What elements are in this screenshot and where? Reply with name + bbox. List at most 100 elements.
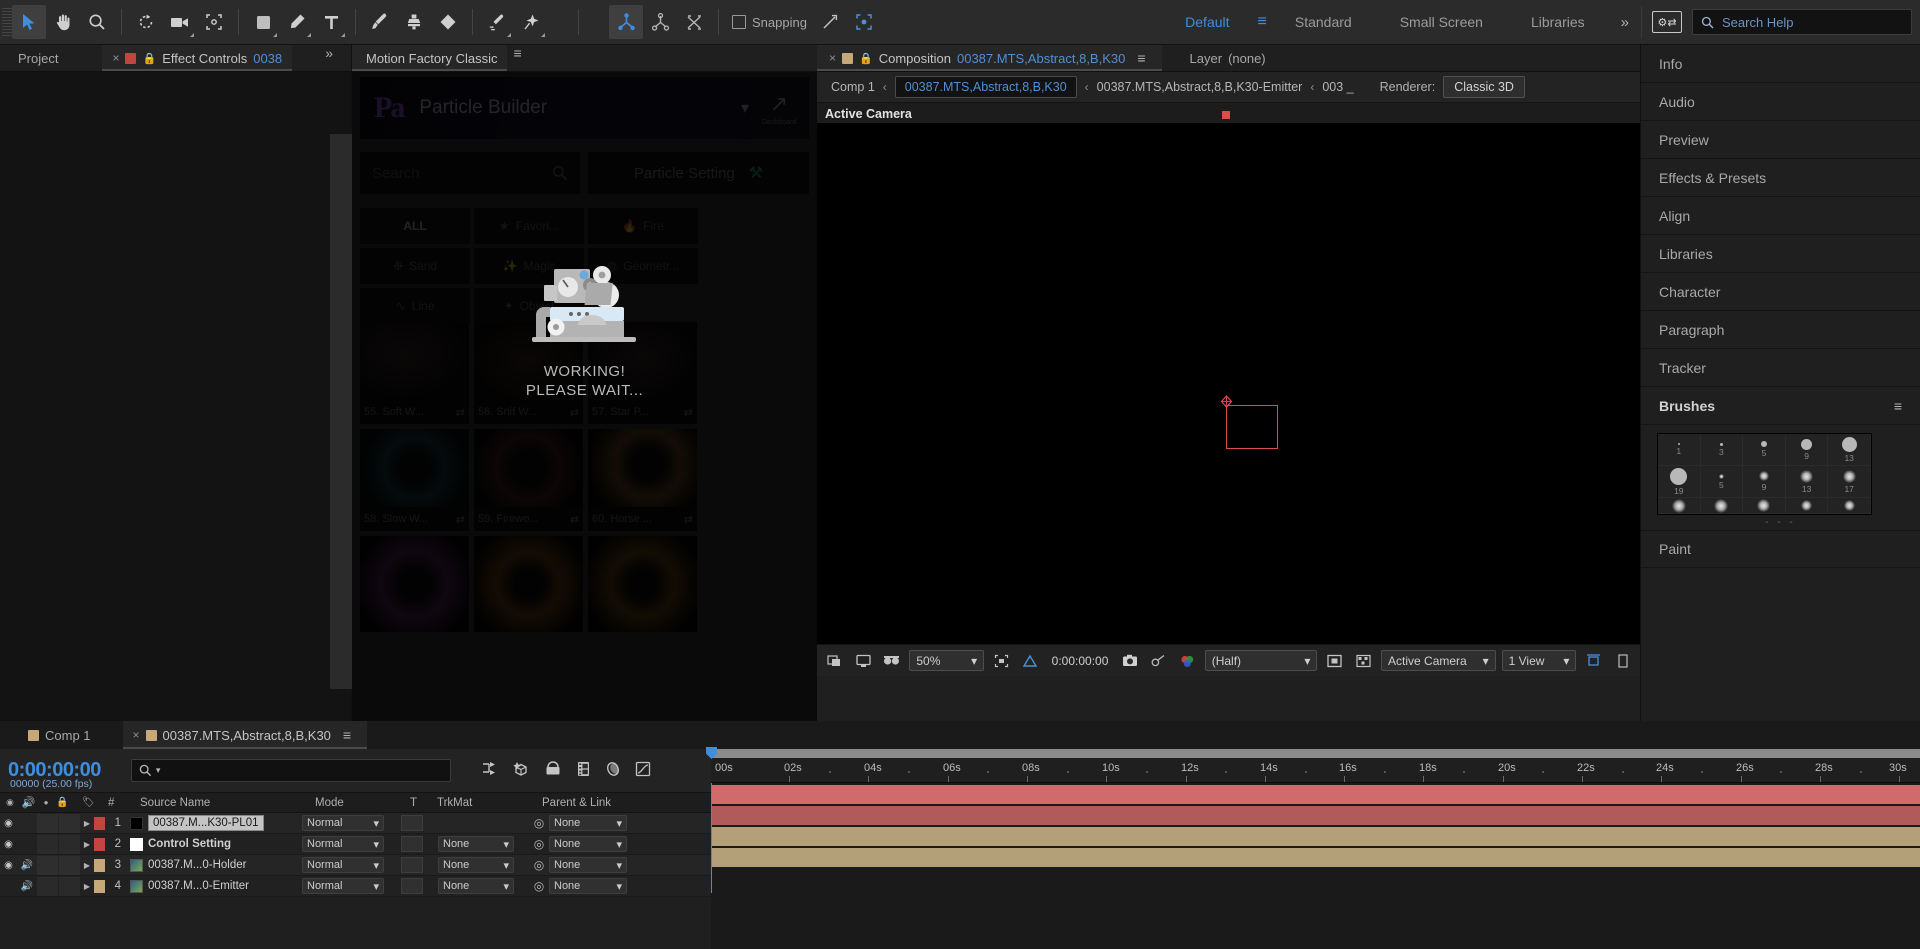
layer-video-toggle[interactable]: ◉	[0, 860, 17, 871]
layer-lock-toggle[interactable]	[59, 813, 80, 833]
brush-item[interactable]: 19	[1658, 466, 1701, 498]
particle-setting-button[interactable]: Particle Setting ⚒	[588, 152, 809, 194]
preset-item[interactable]: 55. Soft W... ⇄	[360, 322, 469, 424]
category-all[interactable]: ALL	[360, 208, 470, 244]
layer-solo-toggle[interactable]	[37, 876, 58, 896]
brush-item[interactable]	[1658, 498, 1701, 514]
layer-audio-toggle[interactable]: 🔊	[17, 855, 37, 876]
brush-item[interactable]: 1	[1658, 434, 1701, 466]
panel-preview[interactable]: Preview	[1641, 121, 1920, 159]
layer-parent-select[interactable]: None ▾	[549, 815, 627, 831]
3d-glasses-icon[interactable]	[881, 650, 904, 672]
brush-tool[interactable]	[363, 5, 397, 39]
brush-item[interactable]: 17	[1828, 466, 1871, 498]
current-time-display[interactable]: 0:00:00:00	[1048, 654, 1113, 668]
panel-audio[interactable]: Audio	[1641, 83, 1920, 121]
workspace-default[interactable]: Default	[1161, 0, 1253, 45]
pan-behind-tool[interactable]	[197, 5, 231, 39]
motion-factory-menu-icon[interactable]: ≡	[507, 45, 527, 71]
layer-mode-select[interactable]: Normal ▾	[302, 815, 384, 831]
expand-arrow-icon[interactable]: ▶	[80, 840, 94, 849]
layer-source-name[interactable]: 00387.M...0-Holder	[127, 858, 302, 872]
lock-icon[interactable]: 🔒	[56, 797, 68, 808]
category-object[interactable]: ✦ Object	[474, 288, 584, 324]
frame-blending-icon[interactable]	[576, 761, 591, 781]
workspace-overflow-icon[interactable]: »	[1609, 14, 1641, 31]
parent-pick-whip[interactable]: ◎	[529, 879, 549, 893]
brush-item[interactable]: 13	[1785, 466, 1829, 498]
brush-item[interactable]: 9	[1785, 434, 1829, 466]
selection-tool[interactable]	[12, 5, 46, 39]
close-icon[interactable]: ×	[112, 51, 119, 65]
layer-video-toggle[interactable]: ◉	[0, 839, 17, 850]
panel-align[interactable]: Align	[1641, 197, 1920, 235]
layer-solo-toggle[interactable]	[37, 834, 58, 854]
roto-brush-tool[interactable]	[480, 5, 514, 39]
preset-item[interactable]: 58. Slow W... ⇄	[360, 429, 469, 531]
resolution-select[interactable]: (Half) ▾	[1204, 650, 1318, 671]
layer-audio-toggle[interactable]: 🔊	[17, 876, 37, 897]
breadcrumb-current-comp[interactable]: 00387.MTS,Abstract,8,B,K30	[894, 76, 1077, 98]
close-icon[interactable]: ×	[133, 728, 140, 742]
layer-source-name[interactable]: 00387.M...0-Emitter	[127, 879, 302, 893]
layer-preserve-transparency[interactable]	[401, 836, 423, 852]
layer-parent-select[interactable]: None ▾	[549, 857, 627, 873]
camera-tool[interactable]	[163, 5, 197, 39]
chevron-down-icon[interactable]: ▾	[741, 98, 749, 118]
panel-info[interactable]: Info	[1641, 45, 1920, 83]
category-geometry[interactable]: ◍ Geometr...	[588, 248, 698, 284]
composition-mini-flowchart-icon[interactable]	[481, 761, 498, 780]
tab-project[interactable]: Project	[0, 45, 103, 71]
panel-paint[interactable]: Paint	[1641, 530, 1920, 568]
tab-composition[interactable]: × 🔒 Composition 00387.MTS,Abstract,8,B,K…	[817, 45, 1162, 71]
layer-bar[interactable]	[711, 785, 1920, 804]
preset-item[interactable]	[588, 536, 697, 632]
eraser-tool[interactable]	[431, 5, 465, 39]
preset-item[interactable]: 56. Snif W... ⇄	[474, 322, 583, 424]
layer-bar[interactable]	[711, 848, 1920, 867]
main-preview-icon[interactable]	[823, 650, 846, 672]
brush-item[interactable]	[1785, 498, 1829, 514]
composition-menu-icon[interactable]: ≡	[1131, 50, 1151, 66]
snap-bounds-icon[interactable]	[847, 5, 881, 39]
brush-item[interactable]	[1828, 498, 1871, 514]
category-favorites[interactable]: ★ Favori...	[474, 208, 584, 244]
brush-item[interactable]: 13	[1828, 434, 1871, 466]
brush-item[interactable]: 3	[1700, 434, 1744, 466]
layer-source-name[interactable]: 00387.M...K30-PL01	[127, 815, 302, 831]
breadcrumb-emitter[interactable]: 00387.MTS,Abstract,8,B,K30-Emitter	[1097, 80, 1303, 94]
time-ruler[interactable]: 00s 02s 04s 06s 08s 10s 12s 14s 16s 18s …	[711, 758, 1920, 783]
tab-motion-factory-classic[interactable]: Motion Factory Classic	[352, 45, 508, 71]
label-icon[interactable]: 🏷	[82, 797, 95, 808]
layer-label-color[interactable]	[94, 837, 105, 851]
layer-preserve-transparency[interactable]	[401, 815, 423, 831]
panel-tracker[interactable]: Tracker	[1641, 349, 1920, 387]
brush-item[interactable]	[1743, 498, 1786, 514]
dashboard-button[interactable]: ↗ Dashboard	[749, 77, 809, 139]
guides-icon[interactable]	[1352, 650, 1375, 672]
timeline-search-input[interactable]: ▾	[130, 759, 451, 782]
layer-label-color[interactable]	[94, 879, 105, 893]
category-line[interactable]: ∿ Line	[360, 288, 470, 324]
layer-parent-select[interactable]: None ▾	[549, 878, 627, 894]
swap-icon[interactable]: ⇄	[456, 406, 465, 419]
layer-selection-box[interactable]	[1226, 405, 1278, 449]
snapping-checkbox[interactable]	[732, 15, 746, 29]
layer-preserve-transparency[interactable]	[401, 878, 423, 894]
transparency-grid-icon[interactable]	[1019, 650, 1042, 672]
timeline-tab-current-comp[interactable]: × 00387.MTS,Abstract,8,B,K30 ≡	[122, 721, 368, 749]
close-icon[interactable]: ×	[829, 51, 836, 65]
brushes-menu-icon[interactable]: ≡	[1894, 398, 1902, 414]
effect-controls-inner-scroll[interactable]	[330, 134, 352, 689]
panel-brushes[interactable]: Brushes ≡	[1641, 387, 1920, 425]
tab-layer[interactable]: Layer (none)	[1161, 45, 1276, 71]
layer-label-color[interactable]	[94, 816, 105, 830]
preset-item[interactable]: 60. Horse ... ⇄	[588, 429, 697, 531]
timeline-tab-comp-1[interactable]: Comp 1	[0, 721, 101, 749]
toggle-mask-icon[interactable]	[1323, 650, 1346, 672]
layer-label-color[interactable]	[94, 858, 105, 872]
lock-icon[interactable]: 🔒	[859, 52, 873, 65]
brush-item[interactable]: 5	[1743, 434, 1786, 466]
layer-lock-toggle[interactable]	[59, 834, 80, 854]
puppet-pin-tool[interactable]	[514, 5, 548, 39]
